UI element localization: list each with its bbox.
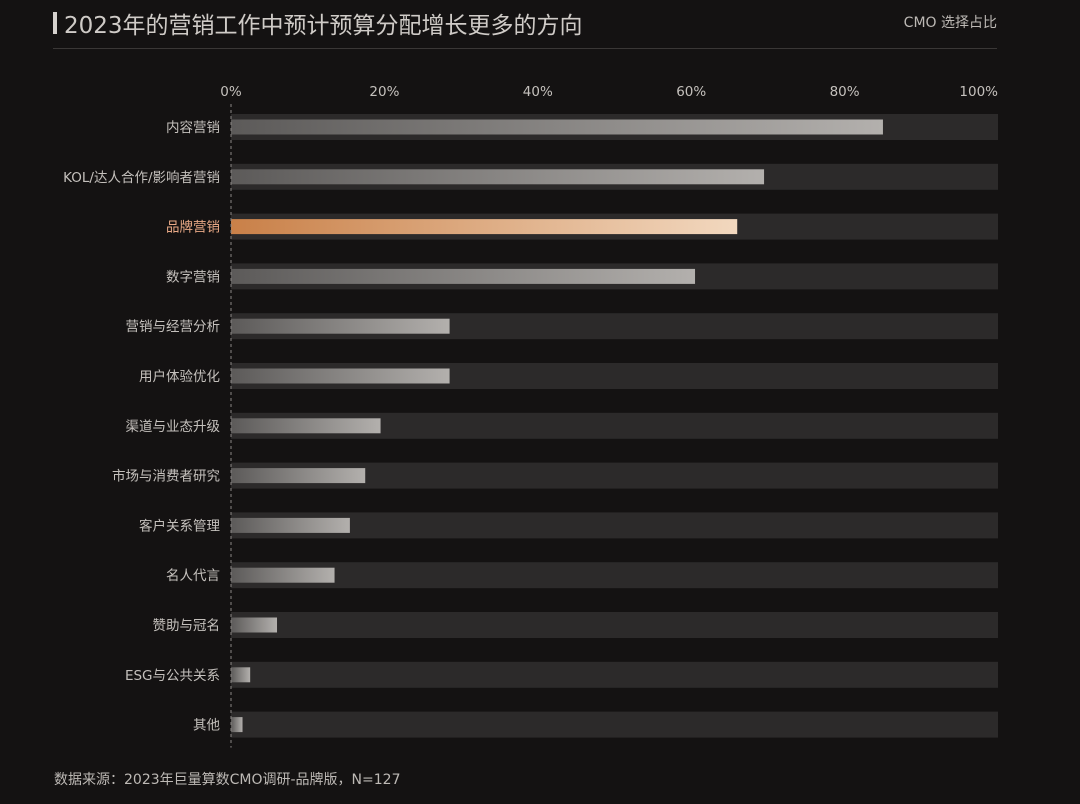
bar [231, 717, 243, 733]
bar-track [231, 661, 998, 688]
bar-track [231, 562, 998, 589]
data-source-note: 数据来源：2023年巨量算数CMO调研-品牌版，N=127 [54, 772, 401, 788]
x-tick-label: 20% [369, 84, 399, 100]
bar [231, 468, 366, 484]
bar [231, 567, 335, 583]
category-label: 用户体验优化 [139, 368, 220, 385]
bar [231, 119, 883, 135]
category-label: 客户关系管理 [139, 517, 220, 534]
category-label: 内容营销 [166, 119, 220, 136]
bar [231, 517, 350, 533]
x-tick-label: 0% [220, 84, 242, 100]
category-label: KOL/达人合作/影响者营销 [63, 170, 220, 186]
category-label: 名人代言 [166, 568, 220, 584]
category-label: 数字营销 [166, 269, 220, 285]
category-label: 赞助与冠名 [153, 618, 221, 634]
bar [231, 268, 696, 284]
x-tick-label: 80% [830, 84, 860, 100]
category-label: 营销与经营分析 [126, 319, 221, 335]
bar [231, 667, 251, 683]
category-label-highlight: 品牌营销 [166, 219, 220, 236]
bar [231, 368, 450, 384]
bar-chart: 0% 20% 40% 60% 80% 100% 内容营销 KOL/达人合作/影响者营销品牌营… [63, 84, 998, 748]
bar-highlight [231, 219, 738, 235]
bar [231, 169, 765, 185]
x-axis-ticks: 0% 20% 40% 60% 80% 100% [220, 84, 998, 100]
category-label: 其他 [193, 718, 220, 734]
category-label: 渠道与业态升级 [126, 419, 221, 435]
bar [231, 418, 381, 434]
category-label: ESG与公共关系 [125, 668, 220, 684]
x-tick-label: 60% [676, 84, 706, 100]
bar [231, 318, 450, 334]
bar-track [231, 711, 998, 738]
category-labels: 内容营销 KOL/达人合作/影响者营销品牌营销数字营销营销与经营分析用户体验优化渠… [63, 119, 220, 734]
bar [231, 617, 278, 633]
x-tick-label: 40% [523, 84, 553, 100]
category-label: 市场与消费者研究 [112, 468, 220, 485]
x-tick-label: 100% [959, 84, 998, 100]
bar-track [231, 612, 998, 638]
